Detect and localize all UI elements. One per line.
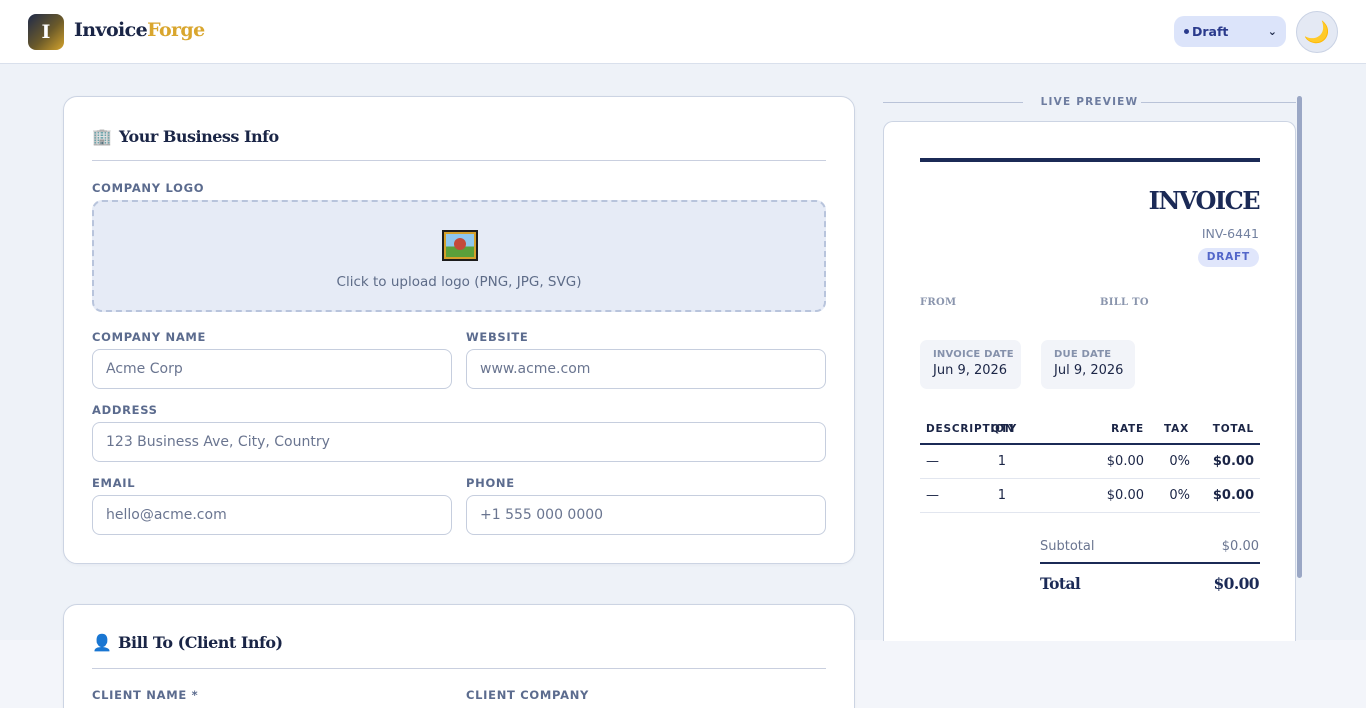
from-label: FROM	[920, 297, 957, 308]
table-row: — 1 $0.00 0% $0.00	[920, 445, 1260, 479]
app-logo: I	[28, 14, 64, 50]
status-select-value: Draft	[1192, 24, 1229, 39]
column-header-rate: RATE	[1111, 423, 1144, 435]
website-input[interactable]: www.acme.com	[466, 349, 826, 389]
status-dot-icon	[1184, 29, 1189, 34]
framed-picture-icon	[442, 230, 478, 261]
invoice-date-box: INVOICE DATE Jun 9, 2026	[920, 340, 1021, 389]
subtotal-value: $0.00	[1221, 539, 1259, 554]
due-date-value: Jul 9, 2026	[1054, 363, 1124, 378]
phone-input[interactable]: +1 555 000 0000	[466, 495, 826, 535]
brand-part-invoice: Invoice	[74, 19, 148, 41]
cell-rate: $0.00	[1106, 488, 1144, 503]
person-icon: 👤	[92, 633, 112, 652]
client-name-label: CLIENT NAME *	[92, 688, 199, 702]
phone-label: PHONE	[466, 476, 515, 490]
live-preview-heading: LIVE PREVIEW	[883, 96, 1296, 110]
cell-qty: 1	[997, 488, 1006, 503]
total-value: $0.00	[1213, 574, 1259, 593]
subtotal-label: Subtotal	[1040, 539, 1095, 554]
building-icon: 🏢	[92, 127, 112, 146]
cell-rate: $0.00	[1106, 454, 1144, 469]
column-header-tax: TAX	[1164, 423, 1189, 435]
chevron-down-icon: ⌄	[1267, 25, 1277, 38]
client-company-label: CLIENT COMPANY	[466, 688, 590, 702]
business-info-card: 🏢 Your Business Info COMPANY LOGO Click t…	[63, 96, 855, 564]
invoice-top-rule	[920, 158, 1260, 162]
top-header: I InvoiceForge Draft ⌄ 🌙	[0, 0, 1366, 64]
cell-tax: 0%	[1169, 454, 1190, 469]
logo-upload-dropzone[interactable]: Click to upload logo (PNG, JPG, SVG)	[92, 200, 826, 312]
bill-to-label: BILL TO	[1100, 297, 1149, 308]
theme-toggle-button[interactable]: 🌙	[1296, 11, 1338, 53]
app-brand-name: InvoiceForge	[74, 19, 205, 41]
live-preview-label: LIVE PREVIEW	[1040, 96, 1139, 108]
total-label: Total	[1040, 574, 1081, 593]
invoice-preview: INVOICE INV-6441 DRAFT FROM BILL TO INVO…	[883, 121, 1296, 641]
invoice-date-label: INVOICE DATE	[933, 349, 1014, 360]
due-date-box: DUE DATE Jul 9, 2026	[1041, 340, 1135, 389]
upload-hint-text: Click to upload logo (PNG, JPG, SVG)	[336, 274, 582, 290]
column-header-qty: QTY	[990, 423, 1017, 435]
line-items-table: DESCRIPTION QTY RATE TAX TOTAL — 1 $0.00…	[920, 414, 1260, 513]
address-label: ADDRESS	[92, 403, 158, 417]
invoice-number: INV-6441	[1201, 226, 1259, 241]
client-info-title-text: Bill To (Client Info)	[118, 633, 283, 652]
invoice-status-select[interactable]: Draft ⌄	[1174, 16, 1286, 47]
business-info-title-text: Your Business Info	[119, 127, 279, 146]
invoice-date-value: Jun 9, 2026	[933, 363, 1008, 378]
total-divider	[1040, 562, 1260, 564]
website-label: WEBSITE	[466, 330, 529, 344]
brand-part-forge: Forge	[147, 19, 205, 41]
email-input[interactable]: hello@acme.com	[92, 495, 452, 535]
cell-tax: 0%	[1169, 488, 1190, 503]
cell-total: $0.00	[1212, 454, 1254, 469]
business-info-title: 🏢 Your Business Info	[92, 127, 279, 146]
company-name-input[interactable]: Acme Corp	[92, 349, 452, 389]
client-info-title: 👤 Bill To (Client Info)	[92, 633, 283, 652]
status-badge: DRAFT	[1197, 248, 1259, 267]
column-header-total: TOTAL	[1212, 423, 1254, 435]
moon-icon: 🌙	[1303, 20, 1331, 44]
client-info-card: 👤 Bill To (Client Info) CLIENT NAME * CLI…	[63, 604, 855, 708]
table-header-row: DESCRIPTION QTY RATE TAX TOTAL	[920, 414, 1260, 445]
company-logo-label: COMPANY LOGO	[92, 181, 205, 195]
due-date-label: DUE DATE	[1054, 349, 1112, 360]
cell-description: —	[926, 454, 939, 469]
table-row: — 1 $0.00 0% $0.00	[920, 479, 1260, 513]
section-divider	[92, 668, 826, 669]
cell-description: —	[926, 488, 939, 503]
cell-total: $0.00	[1212, 488, 1254, 503]
invoice-title: INVOICE	[1148, 186, 1261, 215]
address-input[interactable]: 123 Business Ave, City, Country	[92, 422, 826, 462]
cell-qty: 1	[997, 454, 1006, 469]
email-label: EMAIL	[92, 476, 136, 490]
section-divider	[92, 160, 826, 161]
company-name-label: COMPANY NAME	[92, 330, 207, 344]
preview-scrollbar[interactable]	[1297, 96, 1302, 578]
